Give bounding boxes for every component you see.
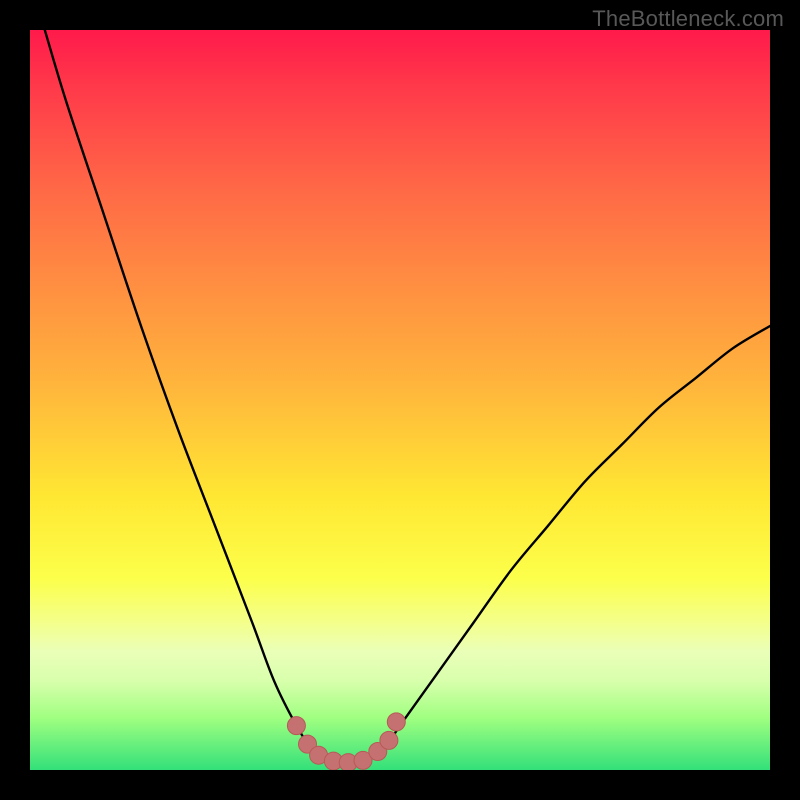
optimal-range-markers bbox=[287, 713, 405, 770]
bottleneck-curve bbox=[45, 30, 770, 763]
marker-dot bbox=[387, 713, 405, 731]
marker-dot bbox=[380, 731, 398, 749]
chart-container: TheBottleneck.com bbox=[0, 0, 800, 800]
plot-area bbox=[30, 30, 770, 770]
marker-dot bbox=[287, 717, 305, 735]
curve-layer bbox=[30, 30, 770, 770]
attribution-text: TheBottleneck.com bbox=[592, 6, 784, 32]
